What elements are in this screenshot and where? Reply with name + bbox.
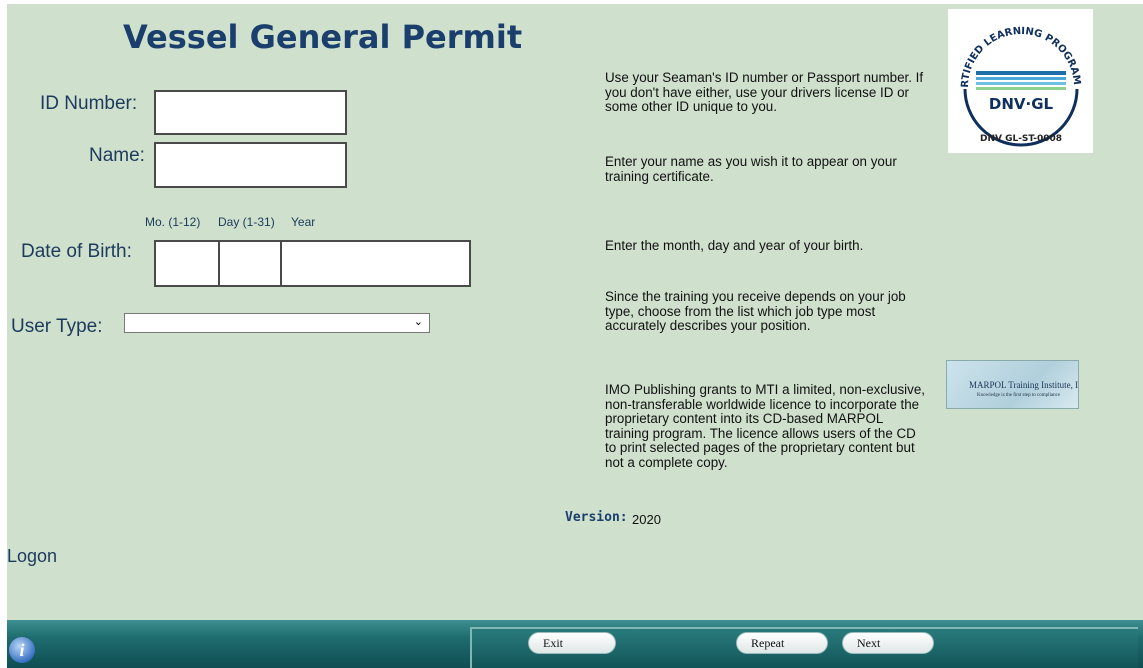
user-type-help-text: Since the training you receive depends o… xyxy=(605,289,906,333)
marpol-logo-name: MARPOL Training Institute, Inc. xyxy=(969,380,1079,390)
version-value: 2020 xyxy=(632,512,661,527)
user-type-select[interactable]: ⌄ xyxy=(124,313,430,333)
exit-button[interactable]: Exit xyxy=(528,632,616,654)
name-label: Name: xyxy=(89,145,145,166)
id-help-text: Use your Seaman's ID number or Passport … xyxy=(605,70,924,114)
name-help-text: Enter your name as you wish it to appear… xyxy=(605,154,897,184)
dnv-gl-logo: CERTIFIED LEARNING PROGRAMME DNV·GL DNV … xyxy=(943,1,1093,153)
name-input[interactable] xyxy=(154,142,347,188)
chevron-down-icon: ⌄ xyxy=(413,315,423,328)
dob-month-input[interactable] xyxy=(154,240,220,287)
repeat-button[interactable]: Repeat xyxy=(736,632,828,654)
dob-year-input[interactable] xyxy=(280,240,471,287)
page-title: Vessel General Permit xyxy=(123,18,523,56)
dnv-name-text: DNV·GL xyxy=(989,95,1054,113)
license-text: IMO Publishing grants to MTI a limited, … xyxy=(605,382,926,470)
version-label: Version: xyxy=(565,510,628,525)
marpol-logo: MARPOL Training Institute, Inc. Knowledg… xyxy=(946,360,1079,409)
dob-year-hint: Year xyxy=(291,215,316,229)
dnv-standard-text: DNV GL-ST-0008 xyxy=(980,134,1062,144)
info-icon[interactable]: i xyxy=(9,637,35,663)
id-number-input[interactable] xyxy=(154,90,347,135)
dob-day-hint: Day (1-31) xyxy=(218,215,275,229)
dob-label: Date of Birth: xyxy=(21,241,132,262)
dob-help-text: Enter the month, day and year of your bi… xyxy=(605,238,864,253)
dob-month-hint: Mo. (1-12) xyxy=(145,215,201,229)
marpol-logo-tagline: Knowledge is the first step to complianc… xyxy=(977,393,1061,398)
user-type-label: User Type: xyxy=(11,316,103,337)
svg-text:CERTIFIED LEARNING PROGRAMME: CERTIFIED LEARNING PROGRAMME xyxy=(948,9,1082,88)
next-button[interactable]: Next xyxy=(842,632,934,654)
id-number-label: ID Number: xyxy=(40,93,138,114)
dnv-arc-text: CERTIFIED LEARNING PROGRAMME xyxy=(943,1,1082,88)
dob-day-input[interactable] xyxy=(218,240,282,287)
section-title: Logon xyxy=(7,546,58,566)
